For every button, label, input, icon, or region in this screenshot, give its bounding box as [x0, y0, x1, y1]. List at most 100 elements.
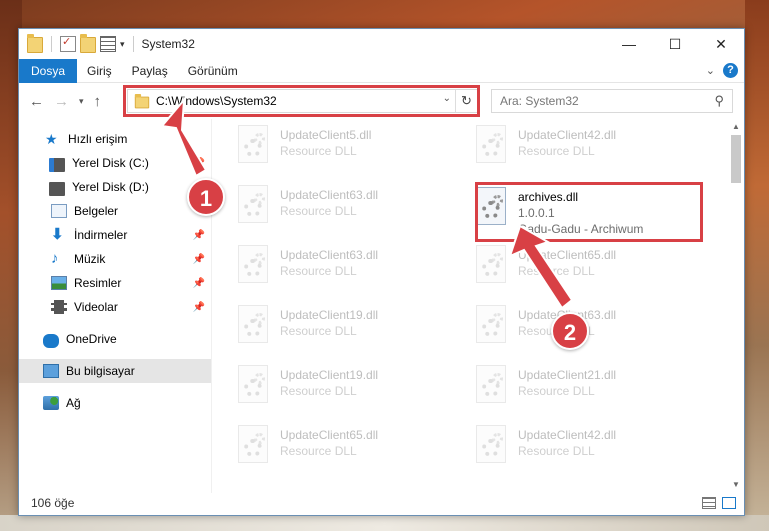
- search-placeholder: Ara: System32: [500, 94, 579, 108]
- music-icon: ♪: [51, 250, 59, 267]
- pin-icon[interactable]: 📌: [193, 278, 205, 289]
- pin-icon[interactable]: 📌: [193, 230, 205, 241]
- file-item[interactable]: UpdateClient63.dll Resource DLL: [236, 185, 460, 229]
- view-icon[interactable]: [100, 36, 116, 52]
- file-description: Resource DLL: [518, 384, 595, 398]
- tab-giris[interactable]: Giriş: [77, 59, 122, 83]
- tab-paylas[interactable]: Paylaş: [122, 59, 178, 83]
- file-item[interactable]: UpdateClient65.dll Resource DLL: [236, 425, 460, 469]
- sidebar-item-local-disk-c[interactable]: Yerel Disk (C:) 📌: [19, 151, 211, 175]
- scroll-up-icon[interactable]: ▲: [728, 119, 744, 135]
- file-name: UpdateClient65.dll: [280, 428, 379, 442]
- file-name: UpdateClient21.dll: [518, 368, 617, 382]
- file-description: Resource DLL: [518, 144, 595, 158]
- recent-locations-chevron-icon[interactable]: ▾: [79, 96, 84, 107]
- customize-toolbar-chevron-icon[interactable]: ▾: [120, 39, 125, 50]
- dll-file-icon: [236, 425, 270, 465]
- dll-file-icon: [236, 305, 270, 345]
- sidebar-item-quick-access[interactable]: ★ Hızlı erişim: [19, 127, 211, 151]
- disk-icon: [49, 182, 65, 196]
- tab-gorunum[interactable]: Görünüm: [178, 59, 248, 83]
- forward-arrow-icon[interactable]: →: [54, 93, 69, 110]
- sidebar-item-label: Videolar: [74, 300, 118, 314]
- file-item[interactable]: UpdateClient5.dll Resource DLL: [236, 125, 460, 169]
- onedrive-icon: [43, 334, 59, 348]
- dll-file-icon: [474, 365, 508, 405]
- sidebar-item-documents[interactable]: Belgeler: [19, 199, 211, 223]
- tab-dosya[interactable]: Dosya: [19, 58, 77, 83]
- sidebar-item-local-disk-d[interactable]: Yerel Disk (D:): [19, 175, 211, 199]
- file-description: Resource DLL: [518, 444, 595, 458]
- sidebar-item-label: Yerel Disk (C:): [72, 156, 149, 170]
- maximize-button[interactable]: ☐: [652, 29, 698, 59]
- network-icon: [43, 396, 59, 410]
- file-item[interactable]: UpdateClient63.dll Resource DLL: [236, 245, 460, 289]
- pin-icon[interactable]: 📌: [193, 254, 205, 265]
- sidebar-item-pictures[interactable]: Resimler 📌: [19, 271, 211, 295]
- file-name: UpdateClient5.dll: [280, 128, 372, 142]
- pictures-icon: [51, 276, 67, 290]
- sidebar-item-videos[interactable]: Videolar 📌: [19, 295, 211, 319]
- file-description: Resource DLL: [280, 264, 357, 278]
- file-name: UpdateClient42.dll: [518, 128, 617, 142]
- pin-icon[interactable]: 📌: [193, 158, 205, 169]
- sidebar-item-music[interactable]: ♪ Müzik 📌: [19, 247, 211, 271]
- file-name: UpdateClient65.dll: [518, 248, 617, 262]
- file-description: Resource DLL: [280, 204, 357, 218]
- vertical-scrollbar[interactable]: ▲ ▼: [728, 119, 744, 493]
- file-item[interactable]: UpdateClient65.dll Resource DLL: [474, 245, 698, 289]
- desktop-background-right: [745, 0, 769, 531]
- view-switcher: [702, 497, 744, 509]
- up-arrow-icon[interactable]: ↑: [94, 93, 102, 110]
- folder-icon: [27, 34, 43, 53]
- step-2-badge: 2: [551, 312, 589, 350]
- file-name: UpdateClient42.dll: [518, 428, 617, 442]
- sidebar-item-downloads[interactable]: ⬇ İndirmeler 📌: [19, 223, 211, 247]
- toolbar-separator: [132, 36, 134, 52]
- back-arrow-icon[interactable]: ←: [29, 93, 44, 110]
- title-bar: ▾ System32 — ☐ ✕: [19, 29, 744, 59]
- close-button[interactable]: ✕: [698, 29, 744, 59]
- step-1-badge: 1: [187, 178, 225, 216]
- file-name: UpdateClient19.dll: [280, 368, 379, 382]
- file-description: Resource DLL: [280, 444, 357, 458]
- file-explorer-window: ▾ System32 — ☐ ✕ Dosya Giriş Paylaş Görü…: [18, 28, 745, 516]
- file-item[interactable]: UpdateClient21.dll Resource DLL: [474, 365, 698, 409]
- scrollbar-thumb[interactable]: [731, 135, 741, 183]
- minimize-button[interactable]: —: [606, 29, 652, 59]
- file-item[interactable]: UpdateClient42.dll Resource DLL: [474, 125, 698, 169]
- sidebar-item-label: Hızlı erişim: [68, 132, 128, 146]
- file-name: UpdateClient63.dll: [280, 248, 379, 262]
- dll-file-icon: [474, 245, 508, 285]
- sidebar-item-label: OneDrive: [66, 332, 117, 346]
- file-item[interactable]: UpdateClient42.dll Resource DLL: [474, 425, 698, 469]
- expand-ribbon-chevron-icon[interactable]: ⌄: [706, 64, 715, 77]
- pin-icon[interactable]: 📌: [193, 302, 205, 313]
- this-pc-icon: [43, 364, 59, 378]
- properties-icon[interactable]: [60, 35, 76, 52]
- sidebar-item-label: Resimler: [74, 276, 122, 290]
- sidebar-item-network[interactable]: Ağ: [19, 391, 211, 415]
- address-bar-highlight: [123, 85, 480, 117]
- sidebar-item-label: Yerel Disk (D:): [72, 180, 149, 194]
- new-folder-icon[interactable]: [80, 34, 96, 53]
- dll-file-icon: [236, 365, 270, 405]
- sidebar-item-this-pc[interactable]: Bu bilgisayar: [19, 359, 211, 383]
- details-view-icon[interactable]: [702, 497, 716, 509]
- documents-icon: [51, 204, 67, 218]
- archives-dll-highlight: [475, 182, 703, 242]
- address-row: ← → ▾ ↑ C:\Windows\System32 ⌄ ↻ Ara: Sys…: [19, 83, 744, 119]
- sidebar-item-onedrive[interactable]: OneDrive: [19, 327, 211, 351]
- dll-file-icon: [474, 425, 508, 465]
- large-icons-view-icon[interactable]: [722, 497, 736, 509]
- desktop-background-bottom: [0, 515, 769, 531]
- help-icon[interactable]: ?: [723, 63, 738, 78]
- sidebar-item-label: İndirmeler: [74, 228, 128, 242]
- sidebar-item-label: Belgeler: [74, 204, 119, 218]
- navigation-pane: ★ Hızlı erişim Yerel Disk (C:) 📌 Yerel D…: [19, 119, 212, 493]
- dll-file-icon: [236, 245, 270, 285]
- search-input[interactable]: Ara: System32 ⚲: [491, 89, 733, 113]
- explorer-body: ★ Hızlı erişim Yerel Disk (C:) 📌 Yerel D…: [19, 119, 744, 493]
- file-item[interactable]: UpdateClient19.dll Resource DLL: [236, 305, 460, 349]
- file-item[interactable]: UpdateClient19.dll Resource DLL: [236, 365, 460, 409]
